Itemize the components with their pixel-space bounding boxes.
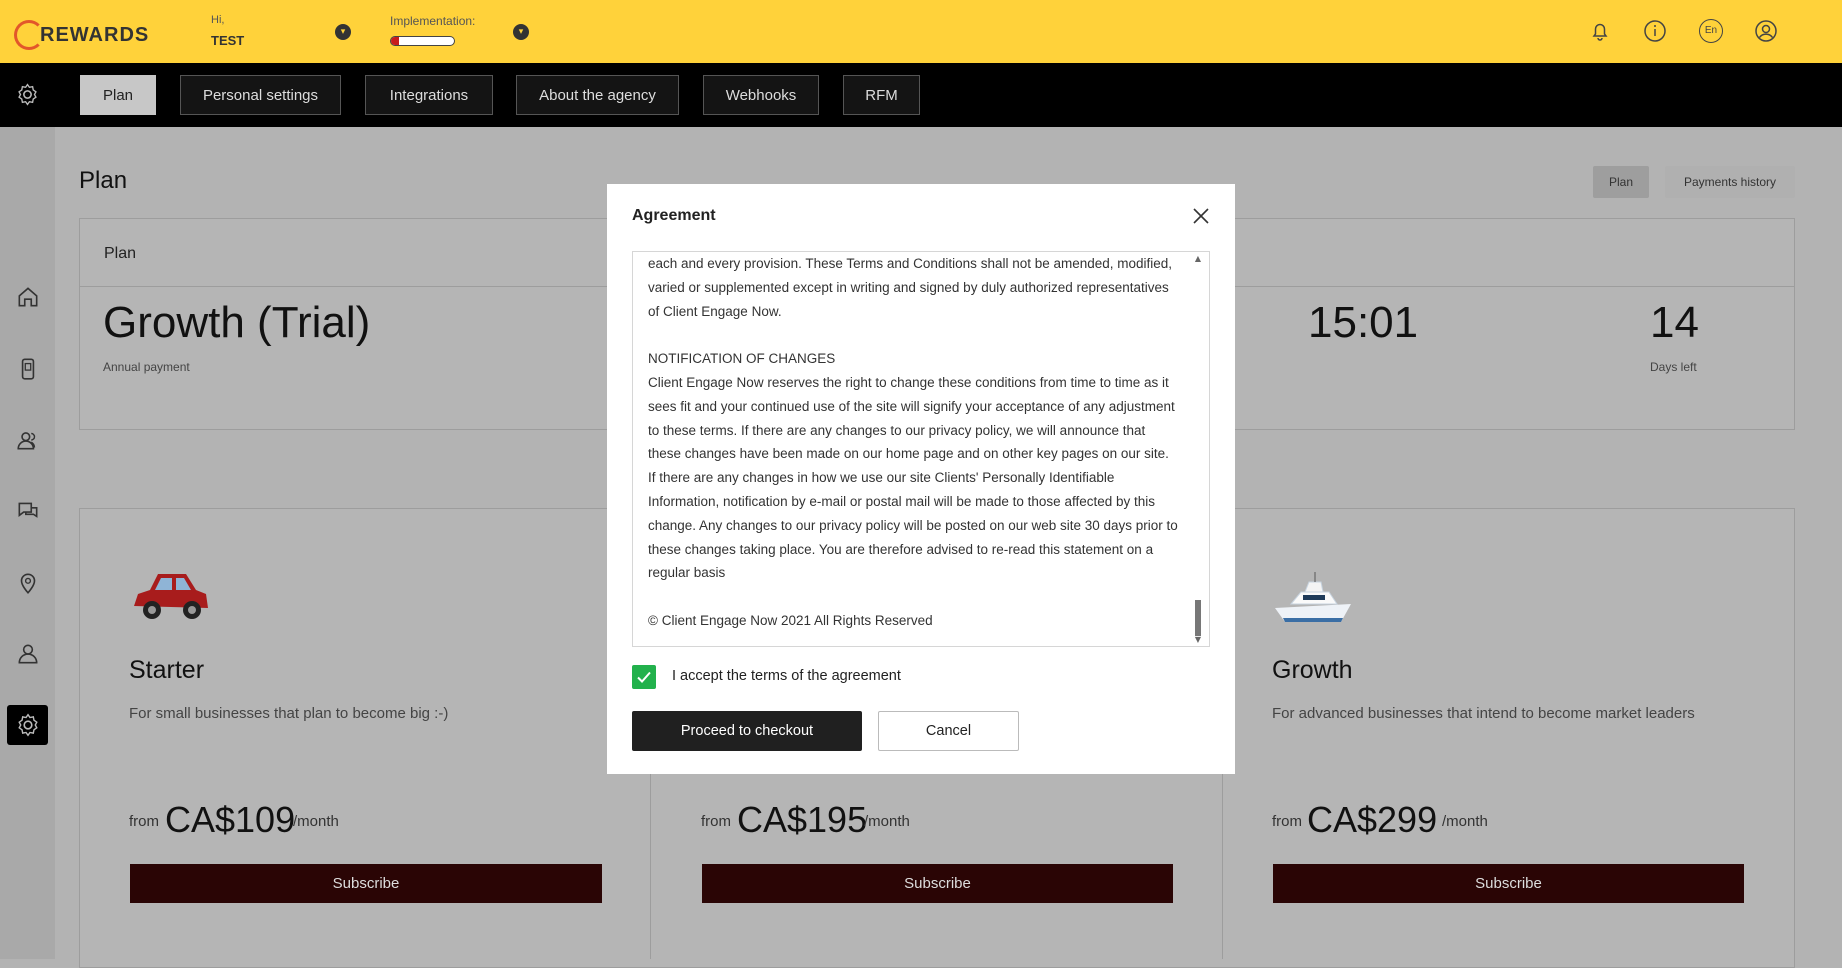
- payment-type: Annual payment: [103, 360, 190, 374]
- price-from-label: from: [701, 813, 731, 830]
- close-icon[interactable]: [1191, 206, 1211, 226]
- implementation-dropdown-chevron-icon[interactable]: ▾: [513, 24, 529, 40]
- price-starter: CA$109: [165, 799, 296, 840]
- sidebar: [0, 127, 55, 959]
- agreement-modal: Agreement each and every provision. Thes…: [607, 184, 1235, 774]
- home-icon[interactable]: [15, 284, 41, 310]
- customers-icon[interactable]: [15, 427, 41, 453]
- profile-icon[interactable]: [15, 641, 41, 667]
- logo-text: REWARDS: [40, 23, 150, 46]
- price-middle: CA$195: [737, 799, 868, 840]
- tab-personal-settings[interactable]: Personal settings: [180, 75, 341, 115]
- user-dropdown-chevron-icon[interactable]: ▾: [335, 24, 351, 40]
- plan-name-starter: Starter: [129, 656, 205, 684]
- price-growth: CA$299: [1307, 799, 1438, 840]
- tab-plan[interactable]: Plan: [80, 75, 156, 115]
- proceed-to-checkout-button[interactable]: Proceed to checkout: [632, 711, 862, 751]
- terms-paragraph: Client Engage Now reserves the right to …: [648, 374, 1178, 581]
- subscribe-button-growth[interactable]: Subscribe: [1273, 864, 1744, 903]
- device-icon[interactable]: [15, 356, 41, 382]
- price-period: /month: [293, 813, 339, 830]
- language-icon[interactable]: En: [1699, 19, 1723, 43]
- subscribe-button-middle[interactable]: Subscribe: [702, 864, 1173, 903]
- logo-mark-icon: [14, 20, 44, 50]
- price-period: /month: [1442, 813, 1488, 830]
- cancel-button[interactable]: Cancel: [878, 711, 1019, 751]
- current-plan-name: Growth (Trial): [103, 298, 371, 347]
- info-icon[interactable]: [1643, 19, 1667, 43]
- tab-about-the-agency[interactable]: About the agency: [516, 75, 679, 115]
- implementation-progress: [390, 36, 455, 46]
- gear-icon[interactable]: [15, 82, 40, 107]
- pill-payments-history[interactable]: Payments history: [1665, 166, 1795, 198]
- pill-plan[interactable]: Plan: [1593, 166, 1649, 198]
- plan-name-growth: Growth: [1272, 656, 1353, 684]
- current-plan-card-title: Plan: [104, 245, 137, 262]
- settings-gear-icon[interactable]: [15, 712, 41, 738]
- tab-rfm[interactable]: RFM: [843, 75, 920, 115]
- user-icon[interactable]: [1754, 19, 1778, 43]
- accept-terms-checkbox[interactable]: [632, 665, 656, 689]
- days-left-count: 14: [1650, 298, 1699, 347]
- greeting-label: Hi,: [211, 14, 225, 26]
- bell-icon[interactable]: [1588, 19, 1612, 43]
- chat-icon[interactable]: [15, 498, 41, 524]
- trial-time: 15:01: [1308, 298, 1419, 347]
- page-title: Plan: [79, 167, 128, 194]
- top-bar: REWARDS Hi, TEST ▾ Implementation: ▾ En: [0, 0, 1842, 63]
- plan-desc-growth: For advanced businesses that intend to b…: [1272, 705, 1695, 722]
- scrollbar-thumb[interactable]: [1195, 600, 1201, 636]
- price-from-label: from: [1272, 813, 1302, 830]
- language-label: En: [1704, 25, 1718, 36]
- terms-text: each and every provision. These Terms an…: [648, 252, 1180, 633]
- yacht-icon: [1275, 572, 1351, 622]
- scroll-down-arrow-icon[interactable]: ▼: [1195, 635, 1201, 644]
- subscribe-button-starter[interactable]: Subscribe: [130, 864, 602, 903]
- terms-paragraph: each and every provision. These Terms an…: [648, 256, 1173, 319]
- modal-title: Agreement: [632, 207, 716, 224]
- price-from-label: from: [129, 813, 159, 830]
- user-name: TEST: [211, 33, 245, 48]
- terms-scroll-area[interactable]: each and every provision. These Terms an…: [632, 251, 1210, 647]
- plan-desc-starter: For small businesses that plan to become…: [129, 705, 449, 722]
- accept-terms-label[interactable]: I accept the terms of the agreement: [672, 668, 901, 684]
- check-icon: [637, 671, 651, 683]
- logo[interactable]: REWARDS: [14, 18, 149, 52]
- location-pin-icon[interactable]: [15, 570, 41, 596]
- terms-copyright: © Client Engage Now 2021 All Rights Rese…: [648, 612, 933, 628]
- tab-webhooks[interactable]: Webhooks: [703, 75, 819, 115]
- price-period: /month: [864, 813, 910, 830]
- implementation-label: Implementation:: [390, 14, 476, 28]
- implementation-progress-fill: [391, 37, 399, 45]
- car-icon: [134, 574, 208, 619]
- tab-integrations[interactable]: Integrations: [365, 75, 493, 115]
- terms-heading: NOTIFICATION OF CHANGES: [648, 351, 836, 367]
- days-left-label: Days left: [1650, 360, 1697, 374]
- scroll-up-arrow-icon[interactable]: ▲: [1195, 254, 1201, 263]
